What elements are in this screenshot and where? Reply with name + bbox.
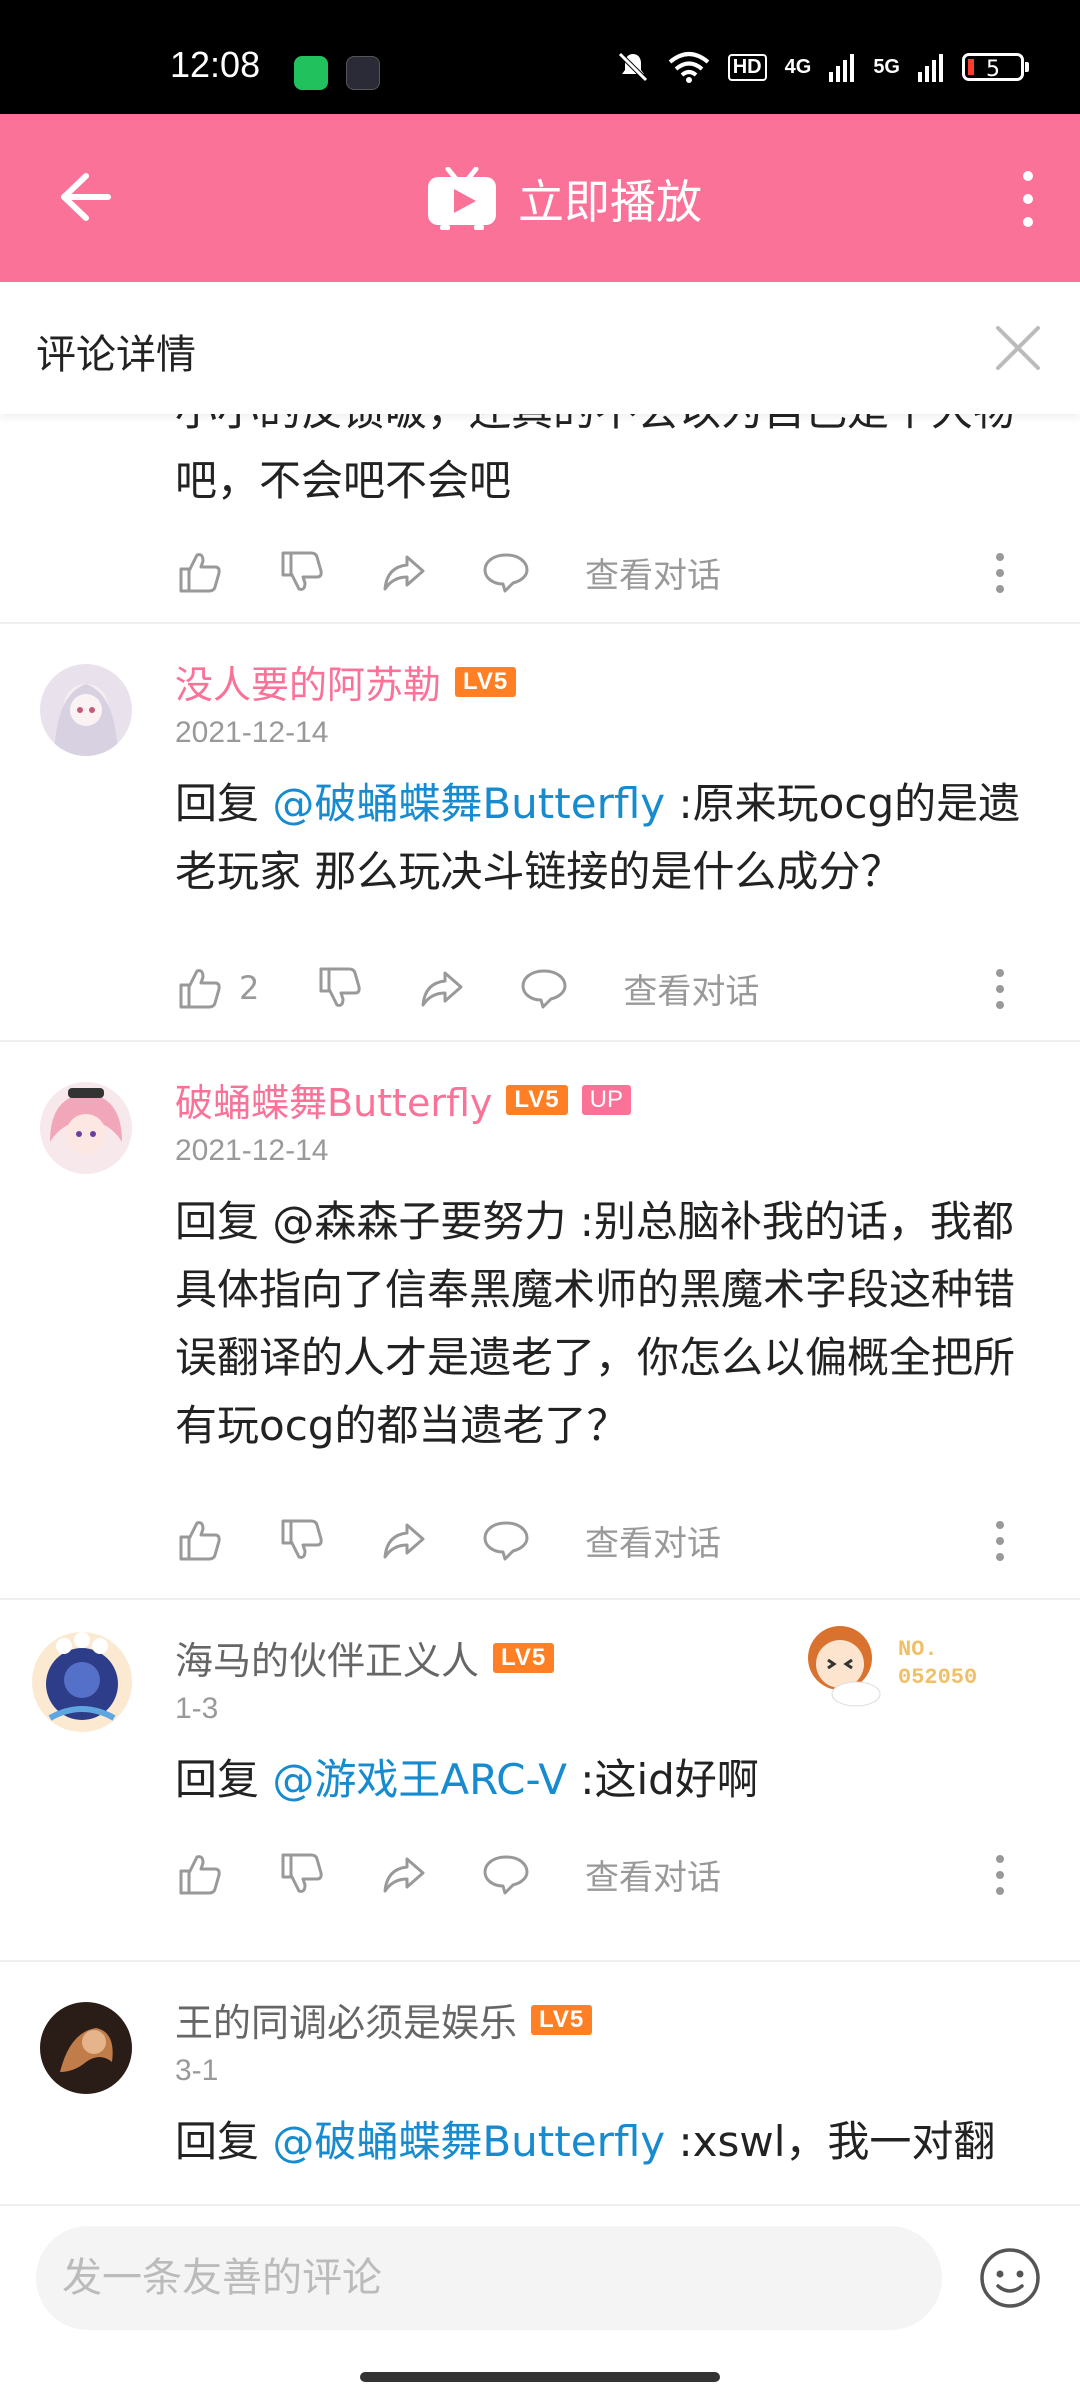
divider	[0, 1598, 1080, 1600]
username-text: 王的同调必须是娱乐	[175, 2001, 518, 2045]
more-vertical-icon[interactable]	[1008, 164, 1048, 234]
network-4g-label: 4G	[784, 55, 812, 78]
battery-icon: 5	[962, 53, 1029, 82]
username[interactable]: 海马的伙伴正义人 LV5	[175, 1630, 555, 1685]
decoration-number: NO. 052050	[898, 1637, 978, 1690]
app-bar-title: 立即播放	[518, 175, 702, 229]
comment-text: 回复 @破蛹蝶舞Butterfly :xswl，我一对翻	[175, 2108, 1045, 2176]
comment-text-body: :这id好啊	[566, 1755, 759, 1804]
avatar[interactable]	[40, 664, 132, 756]
divider	[0, 1960, 1080, 1962]
comment-input-bar	[0, 2204, 1080, 2402]
share-icon[interactable]	[379, 1515, 429, 1565]
comment-actions: 查看对话	[175, 542, 1045, 602]
comment-text: 回复 @破蛹蝶舞Butterfly :原来玩ocg的是遗老玩家 那么玩决斗链接的…	[175, 770, 1045, 906]
battery-level: 5	[986, 57, 1000, 82]
wifi-icon	[668, 52, 710, 83]
username[interactable]: 王的同调必须是娱乐 LV5	[175, 1992, 593, 2047]
share-icon[interactable]	[417, 963, 467, 1013]
signal-icon	[829, 54, 855, 82]
like-icon[interactable]	[175, 963, 225, 1013]
avatar[interactable]	[40, 2002, 132, 2094]
network-5g-label: 5G	[873, 55, 900, 78]
username[interactable]: 破蛹蝶舞Butterfly LV5 UP	[175, 1072, 631, 1127]
app-bar: 立即播放	[0, 114, 1080, 282]
more-vertical-icon[interactable]	[985, 964, 1015, 1014]
reply-icon[interactable]	[519, 963, 569, 1013]
view-conversation-link[interactable]: 查看对话	[585, 548, 721, 597]
reply-icon[interactable]	[481, 1849, 531, 1899]
more-vertical-icon[interactable]	[985, 548, 1015, 598]
dislike-icon[interactable]	[277, 1849, 327, 1899]
like-icon[interactable]	[175, 1515, 225, 1565]
dislike-icon[interactable]	[277, 1515, 327, 1565]
username-text: 海马的伙伴正义人	[175, 1639, 480, 1683]
comment-input[interactable]	[36, 2226, 942, 2330]
app-icon	[346, 56, 380, 90]
home-indicator[interactable]	[360, 2372, 720, 2382]
more-vertical-icon[interactable]	[985, 1516, 1015, 1566]
hd-label: HD	[727, 53, 767, 81]
username-text: 破蛹蝶舞Butterfly	[175, 1081, 493, 1125]
tv-play-icon	[428, 167, 496, 230]
comment-date: 2021-12-14	[175, 716, 329, 749]
comment-list[interactable]: 小小的反馈啵，还真的不会以为自己是个大物吧，不会吧不会吧 查看对话 没人要的阿苏…	[0, 414, 1080, 2204]
mute-icon	[617, 52, 648, 82]
mascot-icon	[808, 1626, 881, 1707]
reply-icon[interactable]	[481, 1515, 531, 1565]
avatar[interactable]	[30, 1630, 134, 1734]
comment-text: 小小的反馈啵，还真的不会以为自己是个大物吧，不会吧不会吧	[175, 414, 1015, 505]
comment-detail-title: 评论详情	[36, 332, 196, 378]
status-time: 12:08	[170, 44, 261, 85]
reply-prefix: 回复	[175, 779, 273, 828]
comment-actions: 2 查看对话	[175, 958, 1045, 1018]
like-icon[interactable]	[175, 547, 225, 597]
view-conversation-link[interactable]: 查看对话	[585, 1516, 721, 1565]
mention-link[interactable]: @游戏王ARC-V	[272, 1755, 567, 1804]
dislike-icon[interactable]	[277, 547, 327, 597]
divider	[0, 1040, 1080, 1042]
username[interactable]: 没人要的阿苏勒 LV5	[175, 654, 517, 709]
comment-date: 3-1	[175, 2054, 219, 2087]
like-count: 2	[239, 969, 260, 1007]
reply-prefix: 回复	[175, 1755, 273, 1804]
comment-date: 2021-12-14	[175, 1134, 329, 1167]
level-badge: LV5	[493, 1642, 555, 1673]
comment-text: 回复 @森森子要努力 :别总脑补我的话，我都具体指向了信奉黑魔术师的黑魔术字段这…	[175, 1197, 1016, 1450]
comment-text-body: :xswl，我一对翻	[665, 2117, 996, 2166]
like-icon[interactable]	[175, 1849, 225, 1899]
level-badge: LV5	[506, 1084, 568, 1115]
level-badge: LV5	[531, 2004, 593, 2035]
comment-actions: 查看对话	[175, 1844, 1045, 1904]
avatar[interactable]	[40, 1082, 132, 1174]
share-icon[interactable]	[379, 547, 429, 597]
wechat-icon	[294, 56, 328, 90]
level-badge: LV5	[455, 666, 517, 697]
play-now-button[interactable]: 立即播放	[426, 166, 702, 232]
up-badge: UP	[581, 1084, 631, 1115]
comment-text: 回复 @游戏王ARC-V :这id好啊	[175, 1746, 1045, 1814]
dislike-icon[interactable]	[315, 963, 365, 1013]
divider	[0, 622, 1080, 624]
view-conversation-link[interactable]: 查看对话	[585, 1850, 721, 1899]
comment-date: 1-3	[175, 1692, 219, 1725]
close-icon[interactable]	[992, 322, 1044, 374]
fan-decoration: NO. 052050	[800, 1618, 1000, 1718]
back-arrow-icon[interactable]	[50, 162, 120, 232]
comment-actions: 查看对话	[175, 1510, 1045, 1570]
more-vertical-icon[interactable]	[985, 1850, 1015, 1900]
mention-link[interactable]: @破蛹蝶舞Butterfly	[272, 2117, 665, 2166]
emoji-icon[interactable]	[978, 2246, 1042, 2310]
mention-link[interactable]: @破蛹蝶舞Butterfly	[272, 779, 665, 828]
signal-icon	[918, 54, 943, 82]
view-conversation-link[interactable]: 查看对话	[623, 964, 759, 1013]
reply-prefix: 回复	[175, 2117, 273, 2166]
status-bar: 12:08 HD 4G 5G 5	[0, 0, 1080, 114]
reply-icon[interactable]	[481, 547, 531, 597]
share-icon[interactable]	[379, 1849, 429, 1899]
username-text: 没人要的阿苏勒	[175, 663, 442, 707]
comment-detail-header: 评论详情	[0, 282, 1080, 414]
